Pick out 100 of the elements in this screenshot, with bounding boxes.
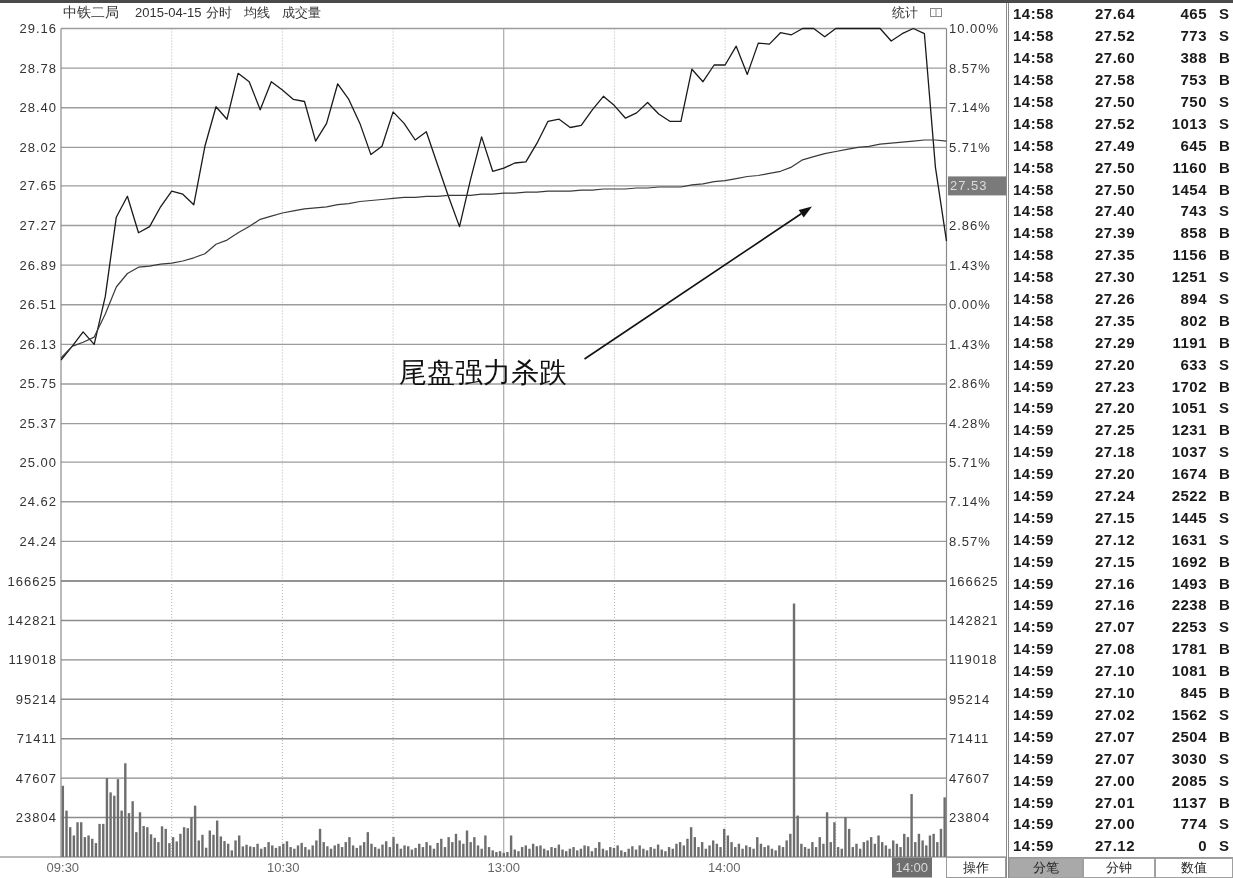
trade-side: B bbox=[1218, 727, 1232, 745]
trade-time: 14:59 bbox=[1013, 793, 1055, 811]
trade-side: B bbox=[1218, 465, 1232, 483]
trade-volume: 645 bbox=[1179, 136, 1207, 154]
trade-time: 14:58 bbox=[1013, 27, 1055, 45]
trade-time: 14:59 bbox=[1013, 508, 1055, 526]
legend-label: 分时 bbox=[205, 3, 232, 22]
percent-axis-label: 8.57% bbox=[949, 533, 991, 549]
trade-volume: 1160 bbox=[1171, 158, 1207, 176]
trade-price: 27.35 bbox=[1095, 311, 1137, 329]
trade-side: B bbox=[1218, 71, 1232, 89]
trade-volume: 753 bbox=[1179, 71, 1207, 89]
trade-time: 14:58 bbox=[1013, 136, 1055, 154]
price-axis-label: 26.51 bbox=[19, 297, 57, 313]
trade-side: S bbox=[1218, 202, 1231, 220]
trade-price: 27.25 bbox=[1095, 421, 1137, 439]
trade-side: S bbox=[1218, 290, 1231, 307]
price-axis-label: 26.13 bbox=[19, 336, 57, 352]
trade-price: 27.50 bbox=[1095, 158, 1137, 176]
trade-volume: 1493 bbox=[1170, 574, 1207, 592]
trade-price: 27.00 bbox=[1095, 815, 1137, 833]
trade-volume: 465 bbox=[1179, 5, 1207, 23]
trade-time: 14:59 bbox=[1013, 399, 1055, 417]
volume-axis-label: 23804 bbox=[949, 810, 991, 826]
trade-price: 27.00 bbox=[1095, 771, 1137, 789]
trade-volume: 1702 bbox=[1170, 377, 1207, 395]
trade-side: S bbox=[1218, 705, 1231, 723]
price-axis-label: 25.00 bbox=[19, 454, 57, 470]
trade-time: 14:59 bbox=[1013, 465, 1055, 483]
trade-side: B bbox=[1218, 136, 1232, 154]
volume-axis-label: 142821 bbox=[949, 612, 999, 628]
trade-price: 27.26 bbox=[1095, 290, 1137, 307]
trade-volume: 750 bbox=[1179, 93, 1207, 110]
trade-price: 27.30 bbox=[1095, 268, 1137, 286]
trade-price: 27.29 bbox=[1095, 333, 1137, 351]
volume-axis-label: 71411 bbox=[16, 731, 57, 747]
price-axis-label: 29.16 bbox=[19, 21, 57, 36]
trade-volume: 1051 bbox=[1170, 399, 1207, 417]
price-axis-label: 27.27 bbox=[19, 218, 57, 233]
trade-volume: 773 bbox=[1179, 27, 1207, 45]
trade-price: 27.35 bbox=[1095, 246, 1137, 264]
last-price-tag: 27.53 bbox=[948, 176, 1006, 196]
trade-time: 14:58 bbox=[1013, 158, 1055, 176]
trade-volume: 1692 bbox=[1170, 552, 1207, 570]
trade-price: 27.52 bbox=[1095, 27, 1137, 45]
trade-time: 14:59 bbox=[1013, 596, 1055, 614]
trade-time: 14:58 bbox=[1013, 311, 1055, 329]
trade-price: 27.50 bbox=[1095, 93, 1137, 110]
trade-volume: 858 bbox=[1179, 224, 1207, 242]
trade-time: 14:58 bbox=[1013, 246, 1055, 264]
trade-price: 27.52 bbox=[1095, 114, 1137, 132]
trade-time: 14:59 bbox=[1013, 618, 1055, 636]
trade-volume: 1631 bbox=[1170, 530, 1207, 548]
chart-date: 2015-04-15 bbox=[135, 3, 202, 22]
trade-time: 14:59 bbox=[1013, 530, 1055, 548]
trade-time: 14:59 bbox=[1013, 443, 1055, 461]
trade-side: B bbox=[1218, 49, 1232, 67]
trade-volume: 388 bbox=[1179, 49, 1207, 67]
price-axis-label: 25.75 bbox=[19, 376, 57, 392]
trade-price: 27.10 bbox=[1095, 662, 1137, 680]
trade-volume: 1137 bbox=[1171, 793, 1207, 811]
trade-side: S bbox=[1218, 5, 1231, 23]
volume-axis-label: 47607 bbox=[949, 770, 991, 786]
percent-axis-label: 5.71% bbox=[949, 139, 991, 155]
trade-price: 27.18 bbox=[1095, 443, 1137, 461]
volume-axis-label: 95214 bbox=[949, 691, 991, 707]
trade-side: S bbox=[1218, 815, 1231, 833]
trade-price: 27.10 bbox=[1095, 684, 1137, 702]
trade-volume: 2085 bbox=[1170, 771, 1207, 789]
percent-axis-label: 0.00% bbox=[949, 297, 991, 313]
trade-time: 14:59 bbox=[1013, 552, 1055, 570]
trade-side: B bbox=[1218, 793, 1232, 811]
trade-volume: 1781 bbox=[1170, 640, 1207, 658]
trade-side: S bbox=[1218, 618, 1231, 636]
trade-time: 14:58 bbox=[1013, 180, 1055, 198]
trade-price: 27.16 bbox=[1095, 596, 1137, 614]
trade-side: S bbox=[1218, 114, 1231, 132]
trade-volume: 2522 bbox=[1170, 487, 1207, 505]
trade-price: 27.20 bbox=[1095, 355, 1137, 373]
trade-side: B bbox=[1218, 421, 1232, 439]
percent-axis-label: 7.14% bbox=[949, 100, 991, 116]
trade-price: 27.02 bbox=[1095, 705, 1137, 723]
price-axis-label: 24.62 bbox=[19, 494, 57, 510]
trade-time: 14:59 bbox=[1013, 377, 1055, 395]
time-axis-label: 14:00 bbox=[707, 860, 741, 875]
trade-price: 27.23 bbox=[1095, 377, 1137, 395]
percent-axis-label: 1.43% bbox=[949, 336, 991, 352]
trade-side: S bbox=[1218, 443, 1231, 461]
trade-side: S bbox=[1218, 268, 1231, 286]
trade-side: S bbox=[1218, 508, 1231, 526]
price-axis-label: 26.89 bbox=[19, 257, 57, 273]
price-axis-label: 27.65 bbox=[19, 178, 57, 194]
trade-side: B bbox=[1218, 158, 1232, 176]
trade-price: 27.20 bbox=[1095, 399, 1137, 417]
time-axis-label: 13:00 bbox=[487, 860, 520, 875]
trade-time: 14:59 bbox=[1013, 640, 1055, 658]
trade-volume: 774 bbox=[1179, 815, 1207, 833]
trade-side: S bbox=[1218, 837, 1231, 855]
trade-price: 27.24 bbox=[1095, 487, 1137, 505]
volume-axis-label: 119018 bbox=[8, 652, 57, 668]
